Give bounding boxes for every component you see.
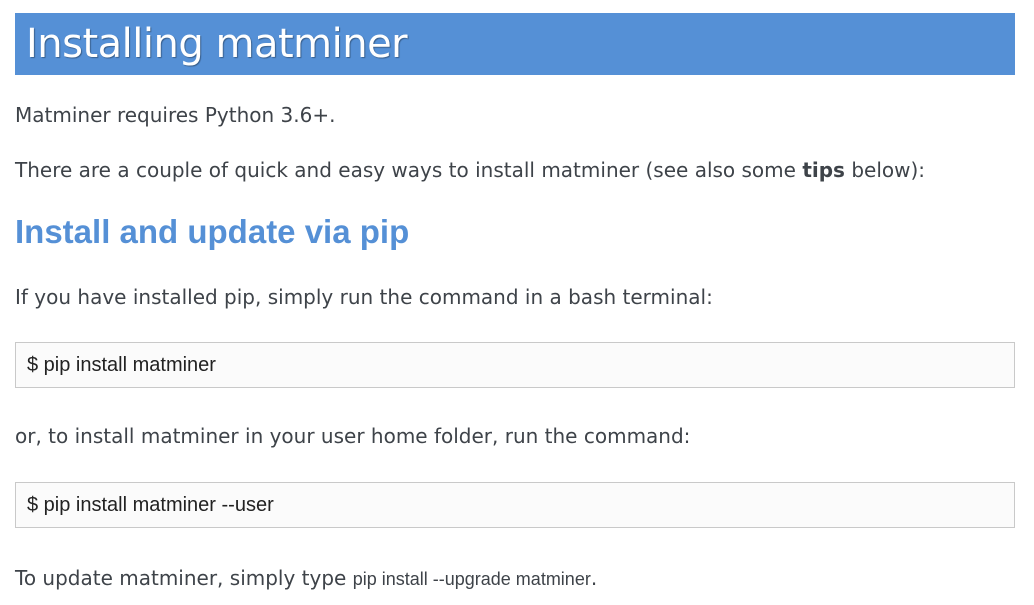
- user-install-instruction-text: or, to install matminer in your user hom…: [15, 424, 691, 448]
- install-ways-prefix: There are a couple of quick and easy way…: [15, 158, 803, 182]
- page-title-banner: Installing matminer: [15, 13, 1015, 75]
- update-instruction-paragraph: To update matminer, simply type pip inst…: [15, 566, 597, 591]
- install-ways-paragraph: There are a couple of quick and easy way…: [15, 158, 925, 182]
- install-ways-suffix: below):: [844, 158, 926, 182]
- section-heading-pip: Install and update via pip: [15, 213, 410, 250]
- update-suffix: .: [590, 566, 598, 590]
- pip-instruction-text: If you have installed pip, simply run th…: [15, 285, 713, 309]
- document-page: Installing matminer Matminer requires Py…: [15, 13, 1015, 590]
- page-title: Installing matminer: [26, 21, 408, 67]
- code-block-pip-install[interactable]: $ pip install matminer: [15, 342, 1015, 388]
- inline-code-upgrade: pip install --upgrade matminer: [352, 569, 591, 589]
- update-prefix: To update matminer, simply type: [15, 566, 353, 590]
- code-block-pip-install-user[interactable]: $ pip install matminer --user: [15, 482, 1015, 528]
- tips-link[interactable]: tips: [802, 158, 845, 182]
- code-command-pip-install-user: $ pip install matminer --user: [27, 493, 274, 516]
- code-command-pip-install: $ pip install matminer: [27, 353, 216, 376]
- python-requirement-text: Matminer requires Python 3.6+.: [15, 103, 336, 127]
